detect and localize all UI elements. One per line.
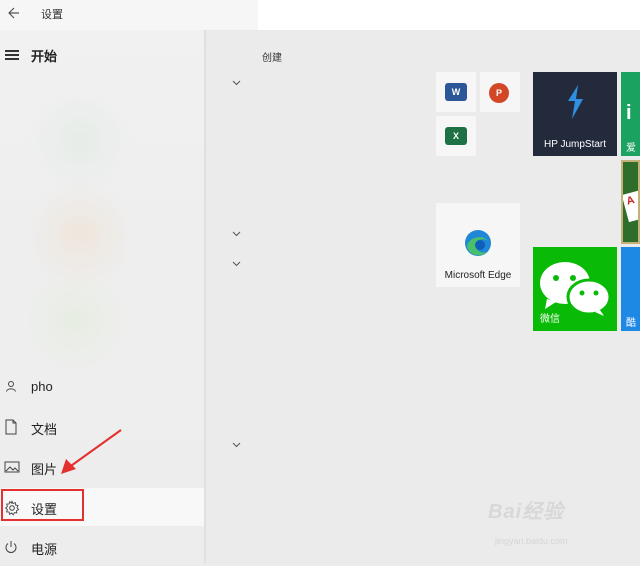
chevron-down-icon[interactable] bbox=[232, 441, 242, 449]
card-letter: A bbox=[625, 194, 636, 208]
hp-jumpstart-tile[interactable]: HP JumpStart bbox=[533, 72, 617, 156]
background-blur bbox=[20, 270, 130, 370]
document-icon bbox=[4, 419, 20, 435]
microsoft-edge-tile[interactable]: Microsoft Edge bbox=[436, 203, 520, 287]
tile-group-title: 创建 bbox=[262, 53, 282, 64]
sidebar-item-label: pho bbox=[31, 379, 53, 394]
app-icon: i bbox=[626, 102, 632, 124]
partial-app-tile[interactable]: i 爱 bbox=[621, 72, 640, 156]
chevron-down-icon[interactable] bbox=[232, 260, 242, 268]
top-blank-area bbox=[258, 0, 640, 30]
title-bar: 设置 bbox=[0, 0, 258, 30]
hp-jumpstart-icon bbox=[568, 85, 583, 119]
annotation-arrow-icon bbox=[61, 429, 122, 474]
chevron-down-icon[interactable] bbox=[232, 230, 242, 238]
card-icon: A bbox=[623, 189, 638, 223]
wechat-icon bbox=[540, 262, 612, 316]
edge-icon bbox=[465, 230, 491, 256]
tile-label: 酷 bbox=[626, 318, 636, 329]
tile-label: HP JumpStart bbox=[543, 139, 607, 150]
highlight-box bbox=[1, 489, 84, 521]
user-icon bbox=[4, 379, 20, 395]
sidebar-item-label: 电源 bbox=[31, 542, 58, 557]
word-icon: W bbox=[445, 83, 467, 101]
picture-icon bbox=[4, 460, 20, 476]
tile-label: 微信 bbox=[540, 314, 560, 325]
chevron-down-icon[interactable] bbox=[232, 79, 242, 87]
start-label: 开始 bbox=[31, 49, 58, 64]
watermark-url: jingyan.baidu.com bbox=[495, 536, 568, 546]
window-title: 设置 bbox=[41, 9, 63, 21]
partial-app-tile[interactable]: 酷 bbox=[621, 247, 640, 331]
sidebar-item-label: 文档 bbox=[31, 422, 58, 437]
hamburger-icon[interactable] bbox=[5, 45, 19, 65]
tile-label: 爱 bbox=[626, 143, 636, 154]
watermark-logo: Bai经验 bbox=[488, 501, 565, 523]
sidebar-item-user[interactable]: pho bbox=[0, 368, 204, 406]
tile-label: Microsoft Edge bbox=[444, 270, 512, 281]
sidebar-item-power[interactable]: 电源 bbox=[0, 528, 204, 566]
background-blur bbox=[20, 90, 140, 190]
word-tile[interactable]: W bbox=[436, 72, 476, 112]
excel-icon: X bbox=[445, 127, 467, 145]
powerpoint-tile[interactable]: P bbox=[480, 72, 520, 112]
sidebar-item-label: 图片 bbox=[31, 462, 58, 477]
wechat-tile[interactable]: 微信 bbox=[533, 247, 617, 331]
excel-tile[interactable]: X bbox=[436, 116, 476, 156]
power-icon bbox=[4, 540, 20, 556]
solitaire-tile[interactable]: A bbox=[621, 160, 640, 244]
back-arrow-icon[interactable] bbox=[6, 6, 22, 22]
powerpoint-icon: P bbox=[489, 83, 509, 103]
